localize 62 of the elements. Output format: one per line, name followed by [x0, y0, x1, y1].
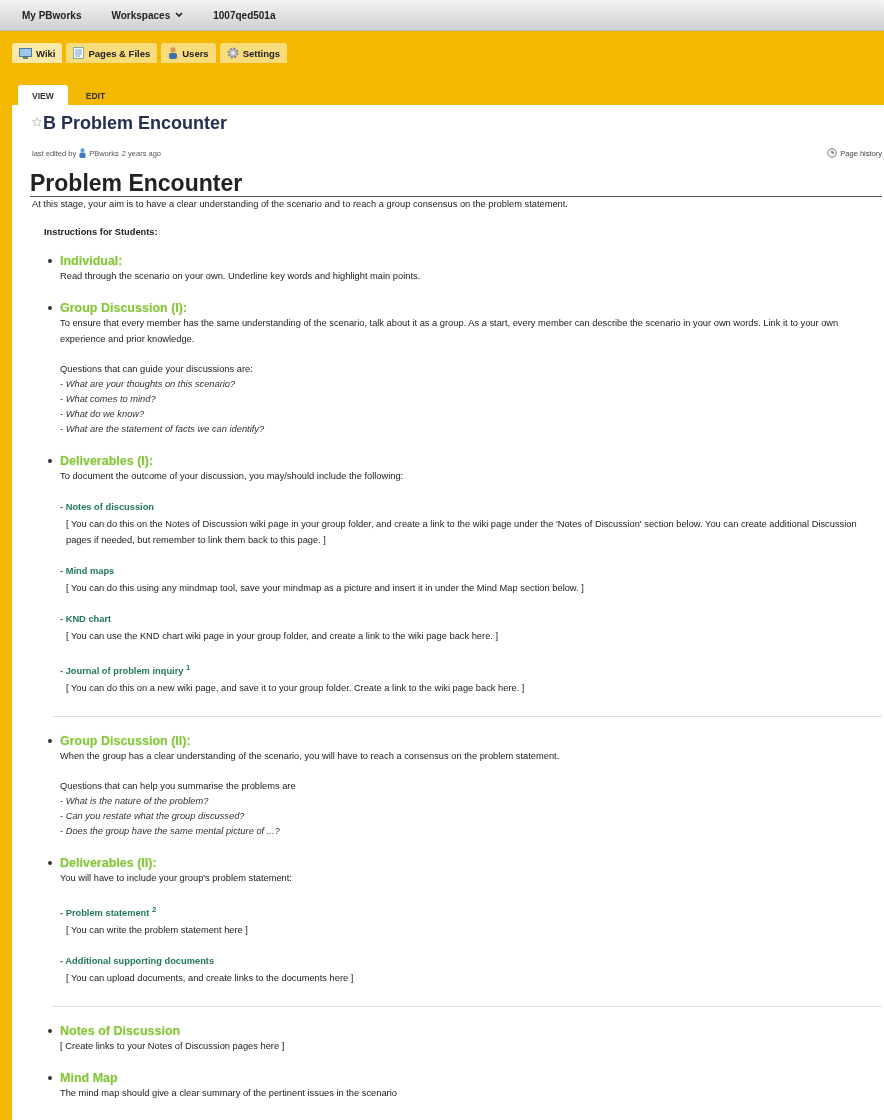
note-text: [ You can do this on the Notes of Discussion wiki page in your group folder, and create a link to the wiki page under the 'Notes of Discussion' section below. You can create additional Discussion pages if needed, but remember to link them back to this page. ] [66, 518, 858, 547]
view-tab[interactable]: VIEW [18, 85, 68, 105]
note-text: [ You can do this using any mindmap tool, save your mindmap as a picture and insert it in under the Mind Map section below. ] [66, 582, 585, 595]
nav-tab[interactable]: Pages & Files [66, 43, 158, 63]
breadcrumb-link[interactable]: Workspaces [103, 5, 202, 25]
nav-tab[interactable]: Settings [219, 43, 288, 63]
deliverable-title: - Notes of discussion [60, 501, 155, 514]
document-icon [73, 47, 85, 59]
body-text: When the group has a clear understanding of the scenario, you will have to reach a consensus on the problem statement. [60, 750, 561, 764]
question-text: - What do we know? [60, 408, 146, 421]
page-heading: Problem Encounter [30, 170, 882, 197]
body-text: To ensure that every member has the same understanding of the scenario, talk about it as a group. As a start, every member can describe the scenario in your own words. Link it to your own experience and prior knowledge. [60, 317, 840, 346]
note-text: [ You can upload documents, and create links to the documents here ] [66, 972, 355, 986]
deliverable-title: - Journal of problem inquiry $^{1}$ [60, 662, 192, 679]
view-tab[interactable]: EDIT [71, 85, 120, 105]
bullet-icon [48, 306, 52, 310]
note-text: [ You can write the problem statement here ] [66, 924, 249, 938]
deliverable-title: - Additional supporting documents [60, 955, 216, 969]
bullet-icon [48, 861, 52, 866]
bullet-icon [48, 259, 52, 263]
bullet-icon [48, 739, 52, 744]
body-text: You will have to include your group's problem statement: [60, 872, 293, 886]
breadcrumb-link[interactable]: 1007qed501a [205, 5, 294, 25]
gear-icon [226, 47, 239, 59]
question-text: - What are the statement of facts we can identify? [60, 423, 266, 436]
question-text: - Does the group have the same mental picture of ...? [60, 825, 281, 839]
page-title: B Problem Encounter [43, 113, 228, 134]
bullet-icon [48, 1076, 52, 1081]
nav-tab[interactable]: Wiki [12, 43, 63, 63]
intro-text: At this stage, your aim is to have a clear understanding of the scenario and to reach a group consensus on the problem statement. [32, 199, 569, 209]
bullet-icon [48, 1029, 52, 1034]
person-icon [168, 47, 179, 59]
deliverable-title: - KND chart [60, 613, 113, 626]
deliverable-title: - Mind maps [60, 565, 116, 578]
section-heading: Deliverables (I): [60, 454, 154, 468]
note-text: [ You can do this on a new wiki page, and save it to your group folder. Create a link to the wiki page back here. ] [66, 682, 526, 696]
star-icon[interactable] [32, 117, 42, 127]
question-text: - Can you restate what the group discussed? [60, 810, 246, 824]
body-text: The mind map should give a clear summary of the pertinent issues in the scenario [60, 1087, 398, 1101]
body-text: To document the outcome of your discussion, you may/should include the following: [60, 470, 405, 483]
monitor-icon [19, 47, 32, 59]
questions-intro: Questions that can guide your discussions are: [60, 363, 254, 376]
section-heading: Group Discussion (II): [60, 734, 191, 749]
nav-tab[interactable]: Users [161, 43, 216, 63]
question-text: - What are your thoughts on this scenario? [60, 378, 237, 391]
instructions-label: Instructions for Students: [44, 227, 159, 237]
section-heading: Deliverables (II): [60, 856, 157, 871]
question-text: - What comes to mind? [60, 393, 157, 406]
note-text: [ You can use the KND chart wiki page in your group folder, and create a link to the wiki page back here. ] [66, 630, 500, 643]
body-text: [ Create links to your Notes of Discussion pages here ] [60, 1040, 286, 1054]
bullet-icon [48, 459, 52, 463]
deliverable-title: - Problem statement $^{2}$ [60, 904, 158, 921]
section-heading: Mind Map [60, 1071, 118, 1086]
person-icon [79, 148, 87, 158]
questions-intro: Questions that can help you summarise the problems are [60, 780, 297, 794]
clock-icon [827, 148, 838, 158]
question-text: - What is the nature of the problem? [60, 795, 210, 809]
section-heading: Notes of Discussion [60, 1024, 181, 1039]
section-heading: Individual: [60, 254, 123, 268]
body-text: Read through the scenario on your own. Underline key words and highlight main points. [60, 270, 422, 283]
breadcrumb-link[interactable]: My PBworks [14, 5, 100, 25]
section-heading: Group Discussion (I): [60, 301, 188, 315]
